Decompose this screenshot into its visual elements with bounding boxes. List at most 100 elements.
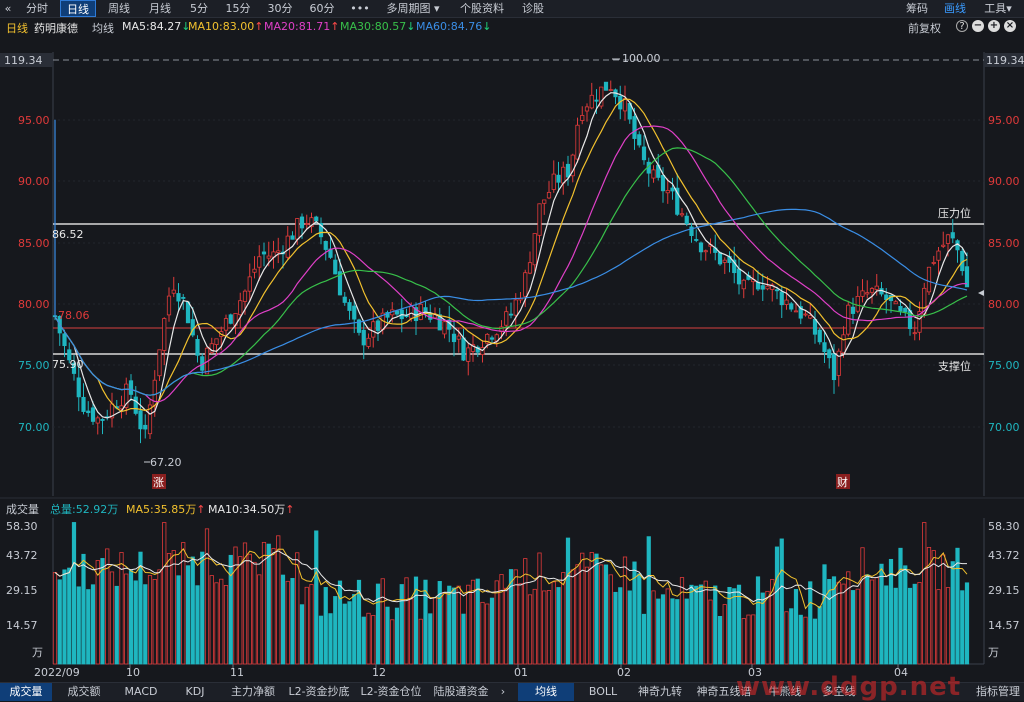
candle-body	[513, 299, 518, 316]
ma20-line	[54, 125, 968, 403]
candle-body	[304, 223, 309, 225]
volume-title[interactable]: 成交量	[6, 501, 39, 517]
tab-northbound[interactable]: 陆股通资金	[428, 683, 494, 701]
volume-bar	[893, 587, 898, 665]
candle-body	[223, 318, 229, 331]
volume-bar	[352, 594, 357, 665]
volume-bar	[646, 536, 651, 665]
tab-l2-bottom[interactable]: L2-资金抄底	[284, 683, 354, 701]
volume-bar	[955, 547, 960, 665]
candle-body	[736, 268, 742, 285]
candle-body	[822, 342, 827, 353]
tab-ma[interactable]: 均线	[518, 683, 574, 701]
candle-body	[846, 304, 851, 335]
volume-bar	[271, 548, 276, 665]
candle-body	[831, 353, 837, 381]
candle-body	[698, 242, 704, 253]
volume-bar	[138, 551, 143, 665]
volume-bar	[765, 590, 770, 665]
tab-l2-position[interactable]: L2-资金仓位	[356, 683, 426, 701]
candle-body	[143, 424, 148, 430]
volume-bar	[665, 588, 670, 665]
volume-bar	[57, 579, 62, 665]
tab-turnover[interactable]: 成交额	[56, 683, 112, 701]
volume-bar	[922, 522, 927, 665]
chevron-right-icon[interactable]: ›	[496, 683, 510, 701]
volume-bar	[404, 577, 409, 665]
volume-bar	[879, 563, 884, 665]
candle-body	[95, 417, 100, 424]
candle-body	[808, 315, 813, 319]
price-label-85: 85.00	[18, 237, 50, 250]
tab-macd[interactable]: MACD	[116, 683, 166, 701]
candle-body	[466, 347, 471, 362]
price-grid	[53, 119, 984, 428]
volume-bar	[390, 619, 395, 665]
candle-body	[622, 98, 628, 112]
candle-body	[285, 235, 290, 258]
volume-bar	[565, 537, 571, 665]
tab-magic-nine[interactable]: 神奇九转	[632, 683, 688, 701]
candle-body	[489, 337, 495, 340]
volume-bar	[622, 556, 628, 665]
price-label-75: 75.00	[18, 359, 50, 372]
candle-body	[542, 199, 547, 204]
volume-bar	[67, 567, 72, 665]
price-label-70: 70.00	[18, 421, 50, 434]
candle-body	[442, 321, 447, 335]
candle-body	[765, 285, 770, 290]
volume-bar	[456, 585, 461, 665]
tab-main-net[interactable]: 主力净额	[224, 683, 282, 701]
x-label-02: 02	[617, 666, 631, 679]
volume-bar	[157, 569, 162, 665]
vol-label-2-right: 43.72	[988, 549, 1020, 562]
volume-bar	[964, 582, 970, 665]
volume-bar	[219, 578, 224, 665]
candle-body	[779, 291, 784, 306]
top-price-left: 119.34	[4, 54, 43, 67]
indicator-manage-button[interactable]: 指标管理	[972, 683, 1024, 701]
candle-body	[926, 266, 932, 293]
candle-body	[741, 279, 746, 290]
candle-body	[945, 234, 951, 244]
volume-bar	[238, 556, 243, 665]
candle-body	[100, 418, 105, 421]
volume-bar	[499, 574, 504, 665]
volume-bar	[280, 574, 286, 665]
volume-bar	[190, 556, 195, 665]
kline-chart[interactable]: 119.34 119.34 95.00 90.00 85.00 80.00 75…	[0, 0, 1024, 682]
tab-volume[interactable]: 成交量	[0, 683, 52, 701]
volume-bar	[846, 571, 851, 665]
x-label-10: 10	[126, 666, 140, 679]
candle-body	[181, 297, 186, 299]
candle-body	[860, 290, 865, 297]
candle-body	[893, 301, 898, 305]
volume-bar	[209, 575, 214, 665]
candle-body	[299, 216, 305, 229]
candle-body	[580, 115, 585, 121]
volume-bar	[114, 585, 119, 665]
candle-body	[537, 203, 542, 236]
volume-bar	[793, 589, 799, 665]
volume-bar	[917, 582, 922, 665]
candle-body	[366, 337, 371, 347]
candle-body	[228, 314, 233, 324]
x-label-2022-09: 2022/09	[34, 666, 80, 679]
volume-bar	[342, 603, 347, 665]
candle-body	[641, 146, 647, 161]
vol-label-3: 29.15	[6, 584, 38, 597]
price-label-90: 90.00	[18, 175, 50, 188]
volume-bar	[741, 618, 746, 665]
volume-bar	[532, 588, 537, 665]
volume-bar	[504, 587, 509, 665]
volume-bar	[950, 561, 955, 665]
candle-body	[176, 293, 181, 302]
volume-bar	[537, 552, 542, 665]
tab-kdj[interactable]: KDJ	[170, 683, 220, 701]
candle-body	[789, 303, 794, 310]
candle-body	[257, 256, 262, 268]
ma10-line	[54, 98, 968, 413]
candle-body	[603, 81, 609, 91]
volume-bar	[675, 599, 680, 665]
tab-boll[interactable]: BOLL	[578, 683, 628, 701]
